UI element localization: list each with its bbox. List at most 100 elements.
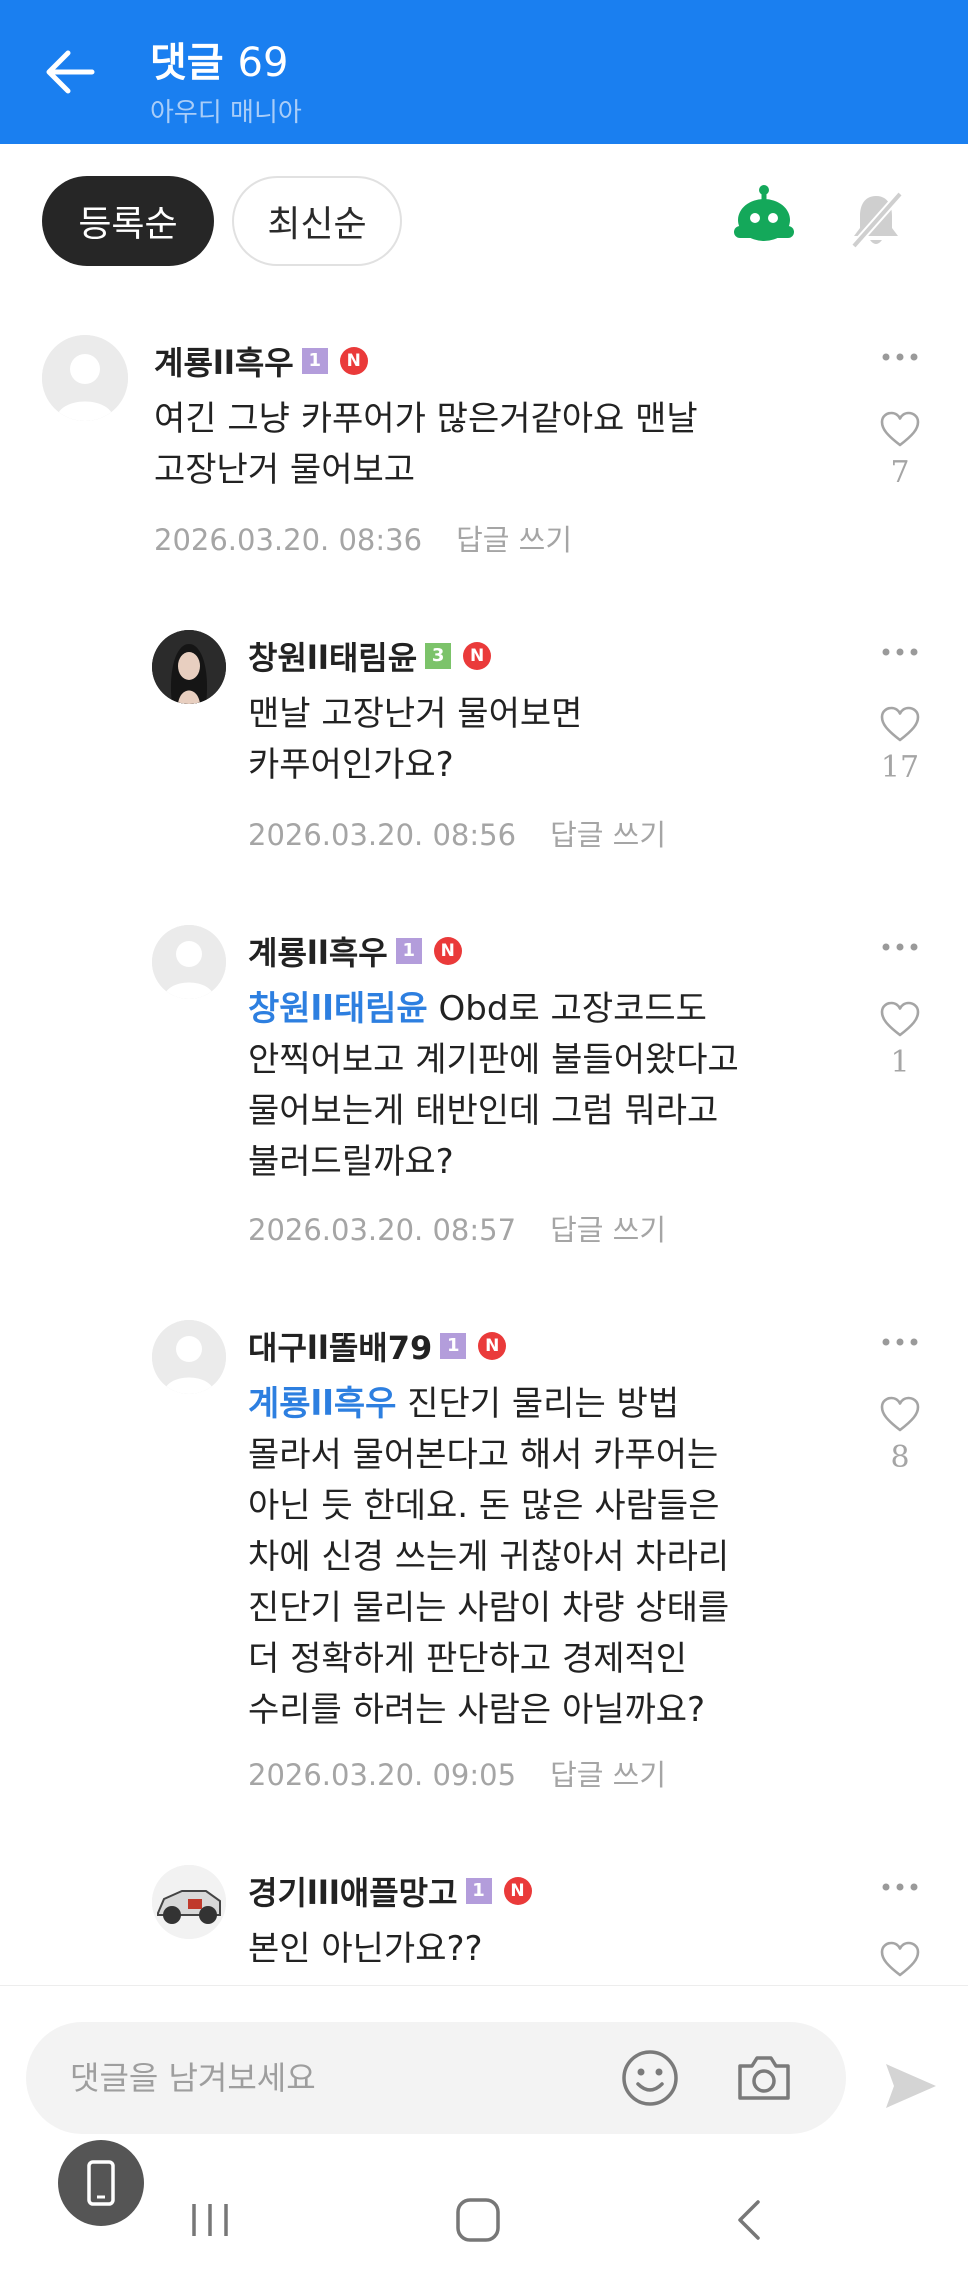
level-badge: 3: [425, 643, 452, 669]
avatar[interactable]: [152, 630, 226, 704]
comment-date: 2026.03.20. 08:56: [248, 818, 517, 852]
avatar[interactable]: [152, 1320, 226, 1394]
comment-line: 차에 신경 쓰는게 귀찮아서 차라리: [248, 1537, 730, 1577]
author-row: 계룡ll흑우 1 N: [154, 339, 368, 383]
comment-input-container: [26, 2022, 846, 2134]
comment-date: 2026.03.20. 08:36: [154, 523, 423, 557]
user-photo-avatar: [152, 630, 226, 704]
like-count: 7: [890, 455, 910, 490]
author-name[interactable]: 대구ll똘배79: [248, 1323, 432, 1369]
floating-phone-button[interactable]: [58, 2140, 144, 2226]
default-avatar-icon: [42, 335, 128, 421]
send-icon: [886, 2064, 936, 2108]
more-button[interactable]: [876, 1869, 924, 1905]
system-back-button[interactable]: [720, 2190, 780, 2250]
comment-line: 맨날 고장난거 물어보면: [248, 694, 583, 734]
comment-line: 수리를 하려는 사람은 아닐까요?: [248, 1690, 706, 1730]
comment-line: 여긴 그냥 카푸어가 많은거같아요 맨날: [154, 399, 698, 439]
new-badge: N: [463, 642, 492, 670]
sort-oldest-chip[interactable]: 등록순: [42, 176, 214, 266]
comment-line: 불러드릴까요?: [248, 1142, 454, 1182]
emoji-button[interactable]: [616, 2044, 684, 2112]
comment-item: 계룡ll흑우 1 N 여긴 그냥 카푸어가 많은거같아요 맨날 고장난거 물어보…: [0, 335, 968, 570]
camera-button[interactable]: [730, 2044, 798, 2112]
reply-button[interactable]: 답글 쓰기: [550, 1213, 666, 1247]
comment-meta: 2026.03.20. 08:36 답글 쓰기: [154, 517, 572, 559]
recent-apps-button[interactable]: [180, 2190, 240, 2250]
new-badge: N: [339, 347, 368, 375]
app-header: 댓글 69 아우디 매니아: [0, 0, 968, 144]
comment-line: 고장난거 물어보고: [154, 450, 416, 490]
send-button[interactable]: [880, 2056, 940, 2116]
new-badge: N: [503, 1877, 532, 1905]
author-row: 대구ll똘배79 1 N: [248, 1323, 507, 1369]
comment-text: 창원ll태림윤 Obd로 고장코드도 안찍어보고 계기판에 불들어왔다고 물어보…: [248, 984, 739, 1188]
comment-text: 맨날 고장난거 물어보면 카푸어인가요?: [248, 689, 582, 791]
comment-line: 안찍어보고 계기판에 불들어왔다고: [248, 1040, 739, 1080]
smiley-icon: [622, 2050, 678, 2106]
notification-toggle[interactable]: [840, 184, 912, 256]
reply-button[interactable]: 답글 쓰기: [550, 818, 666, 852]
new-badge: N: [433, 937, 462, 965]
arrow-left-icon: [46, 50, 95, 94]
author-row: 계룡ll흑우 1 N: [248, 929, 462, 973]
more-dots-icon: [882, 943, 918, 951]
comment-date: 2026.03.20. 09:05: [248, 1758, 517, 1792]
level-badge: 1: [465, 1878, 492, 1904]
like-button[interactable]: [876, 997, 924, 1041]
comment-line: 물어보는게 태반인데 그럼 뭐라고: [248, 1091, 719, 1131]
more-button[interactable]: [876, 634, 924, 670]
like-count: 1: [890, 1045, 910, 1080]
comment-line: 더 정확하게 판단하고 경제적인: [248, 1639, 688, 1679]
reply-button[interactable]: 답글 쓰기: [550, 1758, 666, 1792]
heart-icon: [880, 1396, 920, 1432]
heart-icon: [880, 706, 920, 742]
author-name[interactable]: 경기lll애플망고: [248, 1868, 458, 1914]
new-badge: N: [478, 1332, 507, 1360]
cafe-name: 아우디 매니아: [150, 98, 302, 128]
sort-newest-chip[interactable]: 최신순: [232, 176, 402, 266]
comment-line: 카푸어인가요?: [248, 745, 454, 785]
chevron-left-icon: [738, 2200, 760, 2240]
level-badge: 1: [301, 348, 328, 374]
like-button[interactable]: [876, 1937, 924, 1981]
comment-text: 계룡ll흑우 진단기 물리는 방법 몰라서 물어본다고 해서 카푸어는 아닌 듯…: [248, 1379, 729, 1736]
comment-input-bar: [0, 1985, 968, 2134]
more-button[interactable]: [876, 339, 924, 375]
mention-link[interactable]: 계룡ll흑우: [248, 1384, 396, 1424]
avatar[interactable]: [152, 1865, 226, 1939]
robot-button[interactable]: [728, 184, 800, 256]
comment-meta: 2026.03.20. 09:05 답글 쓰기: [248, 1752, 666, 1794]
comment-item: 경기lll애플망고 1 N 본인 아닌가요??: [0, 1865, 968, 1985]
comment-text: 본인 아닌가요??: [248, 1924, 483, 1975]
comment-line-text: 진단기 물리는 방법: [396, 1384, 680, 1424]
default-avatar-icon: [152, 925, 226, 999]
author-name[interactable]: 창원ll태림윤: [248, 633, 417, 679]
heart-icon: [880, 411, 920, 447]
more-button[interactable]: [876, 1324, 924, 1360]
sort-bar: 등록순 최신순: [0, 144, 968, 294]
author-name[interactable]: 계룡ll흑우: [248, 928, 388, 974]
home-icon: [456, 2198, 500, 2242]
more-button[interactable]: [876, 929, 924, 965]
default-avatar-icon: [152, 1320, 226, 1394]
like-button[interactable]: [876, 407, 924, 451]
mention-link[interactable]: 창원ll태림윤: [248, 989, 428, 1029]
comment-count: 69: [237, 40, 289, 86]
avatar[interactable]: [42, 335, 128, 421]
level-badge: 1: [440, 1333, 467, 1359]
like-button[interactable]: [876, 1392, 924, 1436]
back-button[interactable]: [38, 40, 102, 104]
comment-item: 창원ll태림윤 3 N 맨날 고장난거 물어보면 카푸어인가요? 2026.03…: [0, 630, 968, 870]
level-badge: 1: [395, 938, 422, 964]
reply-button[interactable]: 답글 쓰기: [456, 523, 572, 557]
page-title-label: 댓글: [150, 40, 224, 86]
home-button[interactable]: [448, 2190, 508, 2250]
more-dots-icon: [882, 1338, 918, 1346]
author-name[interactable]: 계룡ll흑우: [154, 338, 294, 384]
like-button[interactable]: [876, 702, 924, 746]
avatar[interactable]: [152, 925, 226, 999]
comment-input[interactable]: [70, 2022, 600, 2134]
comment-line: 본인 아닌가요??: [248, 1929, 483, 1969]
more-dots-icon: [882, 1883, 918, 1891]
